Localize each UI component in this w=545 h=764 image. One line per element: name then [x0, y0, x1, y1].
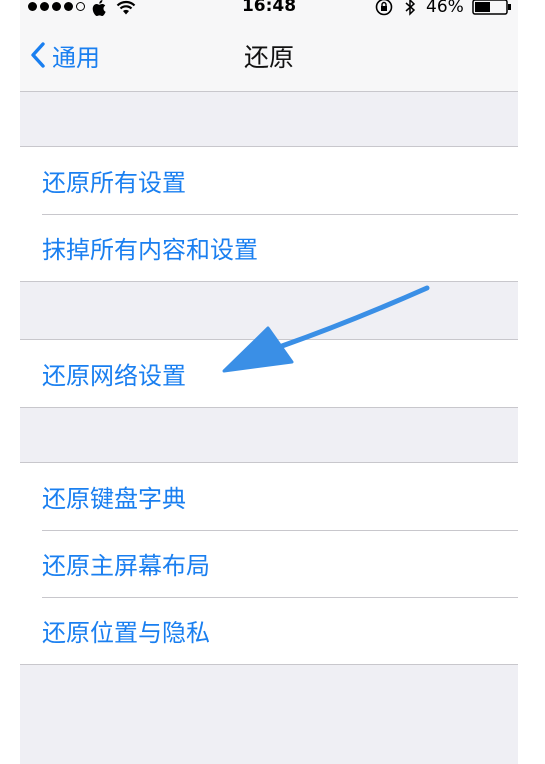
battery-percentage: 46% [426, 0, 464, 17]
erase-all-content-item[interactable]: 抹掉所有内容和设置 [20, 214, 518, 281]
list-item-label: 还原位置与隐私 [42, 619, 210, 647]
page-title: 还原 [243, 43, 294, 72]
bluetooth-icon [405, 0, 416, 16]
settings-screen: 16:48 46% 通用 还原 还原所有设置 抹掉所有内容和设置 还原网络设置 … [20, 0, 518, 764]
reset-all-settings-item[interactable]: 还原所有设置 [20, 147, 518, 214]
list-item-label: 还原键盘字典 [42, 485, 186, 513]
reset-group-1: 还原所有设置 抹掉所有内容和设置 [20, 146, 518, 282]
reset-location-privacy-item[interactable]: 还原位置与隐私 [20, 597, 518, 664]
reset-home-screen-layout-item[interactable]: 还原主屏幕布局 [20, 530, 518, 597]
list-item-label: 还原网络设置 [42, 362, 186, 390]
reset-group-2: 还原网络设置 [20, 339, 518, 408]
status-bar: 16:48 46% [20, 0, 518, 18]
rotation-lock-icon [375, 0, 393, 16]
navigation-bar: 通用 还原 [20, 18, 518, 92]
battery-icon [472, 0, 511, 15]
reset-keyboard-dictionary-item[interactable]: 还原键盘字典 [20, 463, 518, 530]
reset-group-3: 还原键盘字典 还原主屏幕布局 还原位置与隐私 [20, 462, 518, 665]
list-item-label: 抹掉所有内容和设置 [42, 236, 258, 264]
list-item-label: 还原所有设置 [42, 169, 186, 197]
reset-network-settings-item[interactable]: 还原网络设置 [20, 340, 518, 407]
list-item-label: 还原主屏幕布局 [42, 552, 210, 580]
